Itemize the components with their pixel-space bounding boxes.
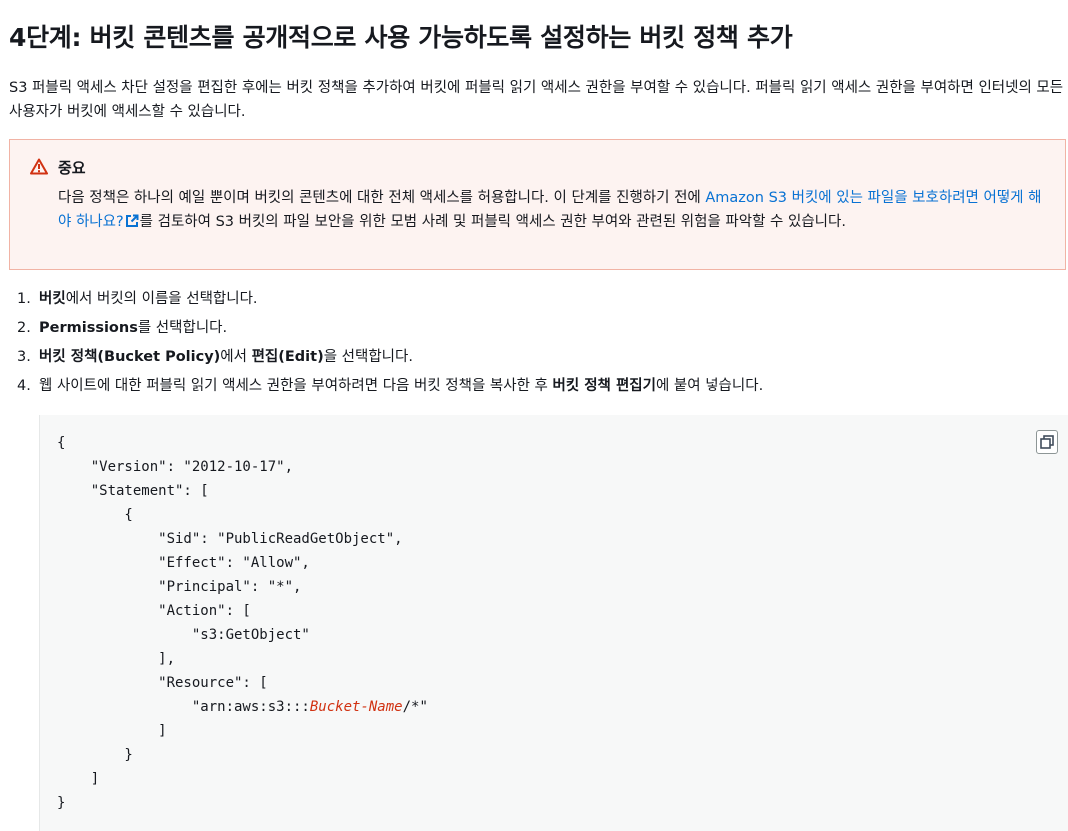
alert-title: 중요: [58, 159, 86, 177]
code-block: { "Version": "2012-10-17", "Statement": …: [39, 415, 1068, 831]
step-item: 2. Permissions를 선택합니다.: [17, 320, 228, 336]
alert-text-continued: 를 검토하여 S3 버킷의 파일 보안을 위한 모범 사례 및 퍼블릭 액세스 …: [139, 214, 846, 230]
copy-button[interactable]: [1036, 430, 1058, 454]
resource-line: "arn:aws:s3:::Bucket-Name/*": [57, 699, 428, 715]
step-item: 1. 버킷에서 버킷의 이름을 선택합니다.: [17, 291, 258, 307]
external-link-icon[interactable]: [125, 212, 139, 236]
alert-text: 다음 정책은 하나의 예일 뿐이며 버킷의 콘텐츠에 대한 전체 액세스를 허용…: [58, 190, 706, 206]
step-item: 4. 웹 사이트에 대한 퍼블릭 읽기 액세스 권한을 부여하려면 다음 버킷 정…: [17, 378, 764, 394]
step-item: 3. 버킷 정책(Bucket Policy)에서 편집(Edit)을 선택합니다…: [17, 349, 413, 365]
steps-list: 1. 버킷에서 버킷의 이름을 선택합니다. 2. Permissions를 선택합…: [17, 287, 763, 403]
intro-paragraph: S3 퍼블릭 액세스 차단 설정을 편집한 후에는 버킷 정책을 추가하여 버킷…: [9, 80, 1064, 120]
bucket-policy-code[interactable]: { "Version": "2012-10-17", "Statement": …: [57, 431, 428, 815]
bucket-name-placeholder: Bucket-Name: [309, 699, 403, 715]
page-title: 4단계: 버킷 콘텐츠를 공개적으로 사용 가능하도록 설정하는 버킷 정책 추…: [9, 23, 793, 52]
documentation-page: 4단계: 버킷 콘텐츠를 공개적으로 사용 가능하도록 설정하는 버킷 정책 추…: [0, 0, 1068, 831]
alert-body: 다음 정책은 하나의 예일 뿐이며 버킷의 콘텐츠에 대한 전체 액세스를 허용…: [58, 186, 1048, 236]
warning-icon: [30, 158, 48, 175]
important-alert: 중요 다음 정책은 하나의 예일 뿐이며 버킷의 콘텐츠에 대한 전체 액세스를…: [9, 139, 1066, 270]
